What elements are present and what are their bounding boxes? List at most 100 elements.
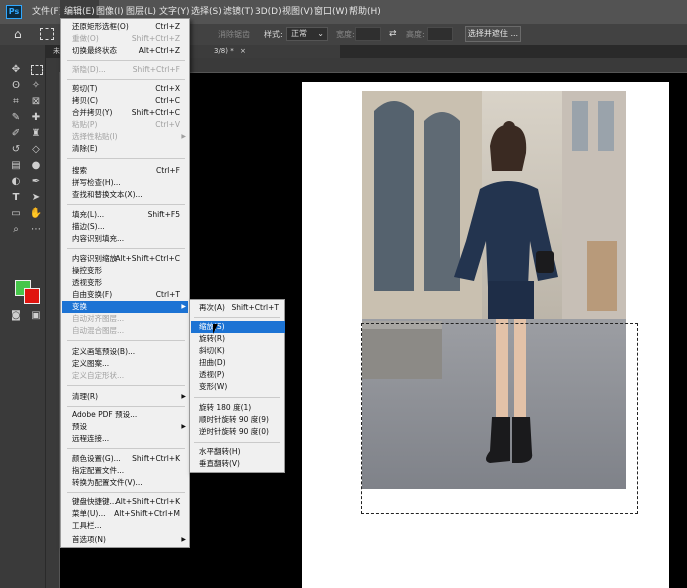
select-and-mask-button[interactable]: 选择并遮住 ... <box>465 26 521 42</box>
marquee-tool-icon[interactable] <box>40 28 54 40</box>
submenu-item-distort[interactable]: 扭曲(D) <box>191 357 285 369</box>
menu-item-define-custom-shape[interactable]: 定义自定形状... <box>62 370 188 382</box>
menu-item-presets[interactable]: 预设 ▶ <box>62 421 188 433</box>
menu-separator <box>194 317 280 318</box>
eyedropper-tool-icon[interactable]: ✎ <box>9 111 23 125</box>
menu-item-search[interactable]: 搜索 Ctrl+F <box>62 165 188 177</box>
menu-item-transform[interactable]: 变换 ▶ <box>62 301 188 313</box>
submenu-item-rotate-90-cw[interactable]: 顺时针旋转 90 度(9) <box>191 414 285 426</box>
quick-mask-icon[interactable]: ◙ <box>9 309 23 323</box>
menu-item-content-aware-scale[interactable]: 内容识别缩放 Alt+Shift+Ctrl+C <box>62 253 188 265</box>
dodge-tool-icon[interactable]: ◐ <box>9 175 23 189</box>
menu-item-find-replace[interactable]: 查找和替换文本(X)... <box>62 189 188 201</box>
submenu-item-rotate-90-ccw[interactable]: 逆时针旋转 90 度(0) <box>191 426 285 438</box>
submenu-item-skew[interactable]: 斜切(K) <box>191 345 285 357</box>
stamp-tool-icon[interactable]: ♜ <box>29 127 43 141</box>
hand-tool-icon[interactable]: ✋ <box>29 207 43 221</box>
menu-item-clear[interactable]: 清除(E) <box>62 143 188 155</box>
menu-help[interactable]: 帮助(H) <box>345 0 385 24</box>
rect-marquee-tool-icon[interactable] <box>31 65 43 75</box>
submenu-item-perspective[interactable]: 透视(P) <box>191 369 285 381</box>
marquee-selection[interactable] <box>361 323 638 514</box>
magic-wand-tool-icon[interactable]: ✧ <box>29 79 43 93</box>
photoshop-logo-icon: Ps <box>6 5 22 19</box>
menu-item-undo[interactable]: 还原矩形选框(O) Ctrl+Z <box>62 21 188 33</box>
menu-separator <box>67 385 185 386</box>
healing-brush-tool-icon[interactable]: ✚ <box>29 111 43 125</box>
menu-item-redo[interactable]: 重做(O) Shift+Ctrl+Z <box>62 33 188 45</box>
document-tab[interactable]: 未 <box>53 45 60 58</box>
menu-item-perspective-warp[interactable]: 透视变形 <box>62 277 188 289</box>
menu-item-paste-special[interactable]: 选择性粘贴(I) ▶ <box>62 131 188 143</box>
menu-item-auto-align-layers[interactable]: 自动对齐图层... <box>62 313 188 325</box>
vertical-ruler <box>45 72 60 588</box>
menu-item-toolbar[interactable]: 工具栏... <box>62 520 188 532</box>
history-brush-tool-icon[interactable]: ↺ <box>9 143 23 157</box>
menu-item-copy-merged[interactable]: 合并拷贝(Y) Shift+Ctrl+C <box>62 107 188 119</box>
menu-item-purge[interactable]: 清理(R) ▶ <box>62 391 188 403</box>
menu-item-cut[interactable]: 剪切(T) Ctrl+X <box>62 83 188 95</box>
menu-item-keyboard-shortcuts[interactable]: 键盘快捷键... Alt+Shift+Ctrl+K <box>62 496 188 508</box>
menu-item-fade[interactable]: 渐隐(D)... Shift+Ctrl+F <box>62 64 188 76</box>
style-select[interactable]: 正常 ⌄ <box>286 27 328 41</box>
blur-tool-icon[interactable]: ● <box>29 159 43 173</box>
move-tool-icon[interactable]: ✥ <box>9 63 23 77</box>
menu-separator <box>67 406 185 407</box>
menu-item-stroke[interactable]: 描边(S)... <box>62 221 188 233</box>
home-icon[interactable]: ⌂ <box>14 27 28 41</box>
submenu-item-flip-vertical[interactable]: 垂直翻转(V) <box>191 458 285 470</box>
submenu-item-rotate-180[interactable]: 旋转 180 度(1) <box>191 402 285 414</box>
height-field[interactable] <box>427 27 453 41</box>
chevron-down-icon: ⌄ <box>317 29 324 38</box>
menu-item-auto-blend-layers[interactable]: 自动混合图层... <box>62 325 188 337</box>
screen-mode-icon[interactable]: ▣ <box>29 309 43 323</box>
menu-item-toggle-last-state[interactable]: 切换最终状态 Alt+Ctrl+Z <box>62 45 188 57</box>
pen-tool-icon[interactable]: ✒ <box>29 175 43 189</box>
menu-item-adobe-pdf-presets[interactable]: Adobe PDF 预设... <box>62 409 188 421</box>
menu-item-preferences[interactable]: 首选项(N) ▶ <box>62 534 188 546</box>
close-icon[interactable]: × <box>240 47 246 55</box>
menu-item-fill[interactable]: 填充(L)... Shift+F5 <box>62 209 188 221</box>
menu-item-free-transform[interactable]: 自由变换(F) Ctrl+T <box>62 289 188 301</box>
menu-item-copy[interactable]: 拷贝(C) Ctrl+C <box>62 95 188 107</box>
submenu-item-scale[interactable]: 缩放(S) <box>191 321 285 333</box>
lasso-tool-icon[interactable]: ʘ <box>9 79 23 93</box>
eraser-tool-icon[interactable]: ◇ <box>29 143 43 157</box>
more-tools-icon[interactable]: ⋯ <box>29 223 43 237</box>
gradient-tool-icon[interactable]: ▤ <box>9 159 23 173</box>
transform-submenu: 再次(A) Shift+Ctrl+T 缩放(S) 旋转(R) 斜切(K) 扭曲(D… <box>189 299 285 473</box>
type-tool-icon[interactable]: T <box>9 191 23 205</box>
menu-item-define-brush[interactable]: 定义画笔预设(B)... <box>62 346 188 358</box>
rectangle-tool-icon[interactable]: ▭ <box>9 207 23 221</box>
background-color-swatch[interactable] <box>24 288 40 304</box>
mouse-cursor-icon <box>213 324 223 334</box>
menu-separator <box>67 79 185 80</box>
menu-separator <box>67 492 185 493</box>
edit-menu-dropdown: 还原矩形选框(O) Ctrl+Z 重做(O) Shift+Ctrl+Z 切换最终状态… <box>60 18 190 548</box>
brush-tool-icon[interactable]: ✐ <box>9 127 23 141</box>
menu-item-spell-check[interactable]: 拼写检查(H)... <box>62 177 188 189</box>
menu-separator <box>67 248 185 249</box>
document-tab-active[interactable]: 3/8) * × <box>190 45 340 58</box>
path-selection-tool-icon[interactable]: ➤ <box>29 191 43 205</box>
style-label: 样式: <box>264 30 283 39</box>
swap-icon[interactable]: ⇄ <box>389 24 397 45</box>
menu-separator <box>67 60 185 61</box>
menu-item-define-pattern[interactable]: 定义图案... <box>62 358 188 370</box>
zoom-tool-icon[interactable]: ⌕ <box>9 223 23 237</box>
menu-item-content-aware-fill[interactable]: 内容识别填充... <box>62 233 188 245</box>
menu-item-menus[interactable]: 菜单(U)... Alt+Shift+Ctrl+M <box>62 508 188 520</box>
menu-item-paste[interactable]: 粘贴(P) Ctrl+V <box>62 119 188 131</box>
submenu-item-warp[interactable]: 变形(W) <box>191 381 285 393</box>
menu-item-remote-connections[interactable]: 远程连接... <box>62 433 188 445</box>
crop-tool-icon[interactable]: ⌗ <box>9 95 23 109</box>
frame-tool-icon[interactable]: ⊠ <box>29 95 43 109</box>
submenu-item-again[interactable]: 再次(A) Shift+Ctrl+T <box>191 302 285 314</box>
menu-item-assign-profile[interactable]: 指定配置文件... <box>62 465 188 477</box>
submenu-item-rotate[interactable]: 旋转(R) <box>191 333 285 345</box>
menu-item-color-settings[interactable]: 颜色设置(G)... Shift+Ctrl+K <box>62 453 188 465</box>
width-field[interactable] <box>355 27 381 41</box>
menu-item-puppet-warp[interactable]: 操控变形 <box>62 265 188 277</box>
menu-item-convert-to-profile[interactable]: 转换为配置文件(V)... <box>62 477 188 489</box>
submenu-item-flip-horizontal[interactable]: 水平翻转(H) <box>191 446 285 458</box>
